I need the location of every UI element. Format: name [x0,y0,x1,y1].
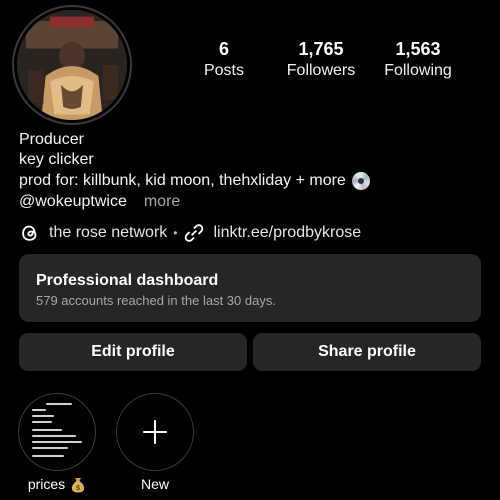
followers-label: Followers [286,62,356,79]
profile-links: the rose network • linktr.ee/prodbykrose [19,222,361,244]
professional-dashboard-card[interactable]: Professional dashboard 579 accounts reac… [19,254,481,322]
highlight-label-row: prices $ [18,475,96,493]
highlight-cover-prices [22,397,92,467]
edit-profile-button[interactable]: Edit profile [19,333,247,371]
svg-text:$: $ [76,484,81,492]
stat-following[interactable]: 1,563 Following [376,38,460,81]
dashboard-subtitle: 579 accounts reached in the last 30 days… [36,293,276,308]
following-count: 1,563 [395,39,441,59]
highlight-new-label: New [140,476,169,492]
bio-credits-text: prod for: killbunk, kid moon, thehxliday… [19,172,346,189]
followers-count: 1,765 [298,39,344,59]
highlight-prices[interactable]: prices $ [18,393,96,493]
new-highlight-ring [116,393,194,471]
bio-more-button[interactable]: more [144,192,180,212]
cd-disc-icon [351,172,370,190]
highlight-new[interactable]: New [116,393,194,493]
money-bag-icon: $ [72,477,85,492]
profile-avatar[interactable] [12,5,132,125]
dashboard-title: Professional dashboard [36,272,219,289]
bio-handle-row: @wokeuptwice more [19,192,180,212]
link-icon [185,224,204,242]
posts-label: Posts [203,62,244,79]
network-link[interactable]: the rose network [49,224,167,242]
highlight-cover-ring [18,393,96,471]
posts-count: 6 [218,39,229,59]
bio-handle-link[interactable]: @wokeuptwice [19,192,127,212]
bio-line: key clicker [19,151,94,168]
avatar-image [17,10,127,120]
stat-posts: 6 Posts [196,38,252,81]
following-label: Following [384,62,452,79]
stat-followers[interactable]: 1,765 Followers [280,38,362,81]
price-list-graphic [32,403,88,461]
highlight-prices-label: prices [27,476,66,492]
threads-icon[interactable] [19,222,41,244]
new-highlight-circle [120,397,190,467]
external-url-link[interactable]: linktr.ee/prodbykrose [213,224,361,242]
plus-icon [143,420,167,444]
bio-line-credits: prod for: killbunk, kid moon, thehxliday… [19,171,370,191]
highlight-label-row: New [116,475,194,493]
bio-category: Producer [19,131,84,148]
share-profile-button[interactable]: Share profile [253,333,481,371]
link-separator: • [173,226,178,240]
